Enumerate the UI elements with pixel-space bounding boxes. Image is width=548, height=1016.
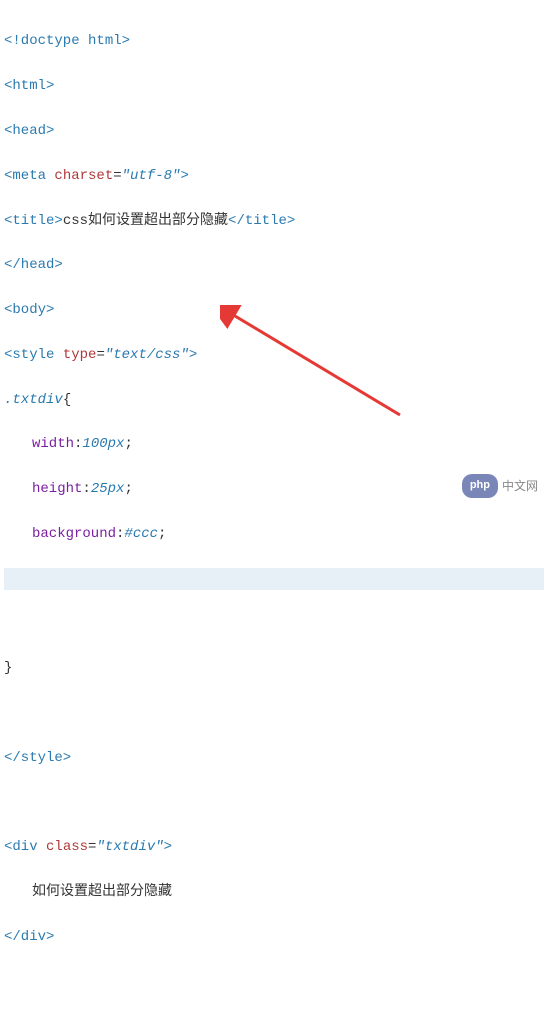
head-open: <head> — [4, 123, 54, 139]
php-badge-icon: php — [462, 474, 498, 498]
doctype: <!doctype html> — [4, 33, 130, 49]
code-line: background:#ccc; — [4, 523, 544, 545]
code-editor[interactable]: <!doctype html> <html> <head> <meta char… — [4, 8, 544, 1016]
code-line: <html> — [4, 75, 544, 97]
code-line: </head> — [4, 254, 544, 276]
code-line: <body> — [4, 299, 544, 321]
html-open: <html> — [4, 78, 54, 94]
code-line — [4, 971, 544, 993]
cursor-line[interactable] — [4, 568, 544, 590]
code-line: <style type="text/css"> — [4, 344, 544, 366]
watermark: php 中文网 — [462, 474, 538, 498]
div-close: </div> — [4, 929, 54, 945]
code-line: } — [4, 657, 544, 679]
code-line — [4, 613, 544, 635]
head-close: </head> — [4, 257, 63, 273]
code-line: <title>css如何设置超出部分隐藏</title> — [4, 210, 544, 232]
watermark-label: 中文网 — [502, 477, 538, 496]
code-line — [4, 702, 544, 724]
code-line: </div> — [4, 926, 544, 948]
body-open: <body> — [4, 302, 54, 318]
code-line: .txtdiv{ — [4, 389, 544, 411]
code-line: width:100px; — [4, 433, 544, 455]
style-close: </style> — [4, 750, 71, 766]
code-line: <meta charset="utf-8"> — [4, 165, 544, 187]
code-line — [4, 792, 544, 814]
code-line: <div class="txtdiv"> — [4, 836, 544, 858]
code-line: </style> — [4, 747, 544, 769]
code-line: <head> — [4, 120, 544, 142]
code-line: <!doctype html> — [4, 30, 544, 52]
code-line: 如何设置超出部分隐藏 — [4, 881, 544, 903]
